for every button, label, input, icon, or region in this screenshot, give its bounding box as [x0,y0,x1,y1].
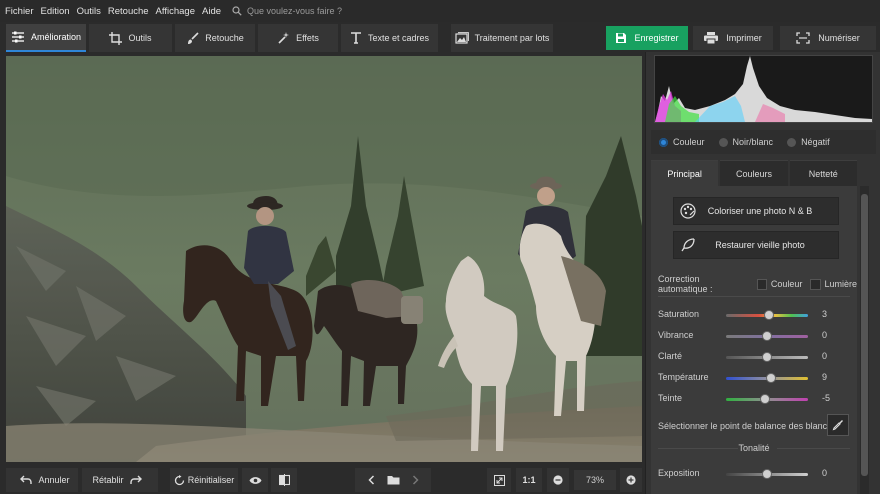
menu-retouche[interactable]: Retouche [108,6,149,17]
color-mode-selector: Couleur Noir/blanc Négatif [651,130,876,154]
eye-icon [249,476,261,484]
menu-fichier[interactable]: Fichier [5,6,34,17]
split-compare-icon [278,474,290,486]
scan-frame-icon [796,32,810,44]
tab-principal[interactable]: Principal [651,160,719,186]
vibrance-slider-row: Vibrance 0 [658,330,828,341]
main-toolbar: Amélioration Outils Retouche Effets Text… [0,22,880,54]
redo-button[interactable]: Rétablir [82,468,158,492]
tab-couleurs[interactable]: Couleurs [720,160,788,186]
eyedropper-icon [832,420,843,431]
preview-toggle-button[interactable] [242,468,268,492]
floppy-disk-icon [616,33,627,43]
auto-correction: Correction automatique : Couleur Lumière [658,274,858,294]
save-button[interactable]: Enregistrer [606,26,688,50]
search-box[interactable]: Que voulez-vous faire ? [232,6,342,16]
white-balance-picker-button[interactable] [827,414,849,436]
menu-bar: Fichier Edition Outils Retouche Affichag… [0,0,880,22]
tonality-divider-right [777,448,850,449]
colorize-button[interactable]: Coloriser une photo N & B [673,197,839,225]
mode-negatif-radio[interactable]: Négatif [787,137,830,147]
zoom-in-button[interactable] [620,468,642,492]
white-balance-row: Sélectionner le point de balance des bla… [658,414,850,438]
section-divider [658,296,850,297]
reset-button[interactable]: Réinitialiser [170,468,238,492]
bottom-toolbar: Annuler Rétablir Réinitialiser 1:1 73% [0,466,645,494]
search-icon [232,6,242,16]
chevron-left-icon[interactable] [367,475,375,485]
histogram [654,55,873,123]
expand-icon [493,474,505,486]
crop-icon [109,31,123,45]
zoom-level[interactable]: 73% [574,470,616,490]
tab-outils[interactable]: Outils [89,24,172,52]
radio-unselected [787,137,797,147]
vibrance-knob[interactable] [762,331,772,341]
menu-affichage[interactable]: Affichage [156,6,195,17]
radio-unselected [718,137,728,147]
search-placeholder: Que voulez-vous faire ? [247,6,343,16]
clarte-knob[interactable] [762,352,772,362]
menu-edition[interactable]: Edition [41,6,70,17]
batch-processing-button[interactable]: Traitement par lots [451,24,553,52]
zoom-out-button[interactable] [547,468,569,492]
reset-icon [174,474,184,485]
exposure-knob[interactable] [762,469,772,479]
menu-outils[interactable]: Outils [77,6,101,17]
folder-icon[interactable] [387,475,400,485]
image-stack-icon [455,32,469,44]
tab-effets[interactable]: Effets [258,24,338,52]
palette-icon [680,203,696,219]
radio-selected [659,137,668,147]
compare-button[interactable] [271,468,297,492]
adjustments-panel: Couleur Noir/blanc Négatif Principal Cou… [645,52,880,494]
sliders-icon [11,31,24,43]
teinte-knob[interactable] [759,394,770,404]
auto-color-checkbox[interactable] [756,278,767,290]
photo-canvas[interactable] [6,56,642,462]
fit-to-screen-button[interactable] [487,468,511,492]
minus-circle-icon [553,475,563,485]
tab-retouche[interactable]: Retouche [175,24,255,52]
saturation-slider-row: Saturation 3 [658,309,828,320]
exposure-slider-row: Exposition 0 [658,468,828,479]
histogram-chart [655,56,872,122]
panel-scrollbar[interactable] [860,186,869,494]
print-button[interactable]: Imprimer [693,26,773,50]
restore-old-photo-button[interactable]: Restaurer vieille photo [673,231,839,259]
temperature-slider-row: Température 9 [658,372,828,383]
temperature-knob[interactable] [766,373,777,383]
undo-arrow-icon [20,475,33,484]
mode-noir-blanc-radio[interactable]: Noir/blanc [718,137,773,147]
scan-button[interactable]: Numériser [780,26,876,50]
chevron-right-icon[interactable] [412,475,419,485]
menu-aide[interactable]: Aide [202,6,221,17]
auto-light-checkbox[interactable] [810,278,821,290]
printer-icon [704,32,719,44]
saturation-knob[interactable] [763,310,774,320]
clarte-slider-row: Clarté 0 [658,351,828,362]
principal-panel: Coloriser une photo N & B Restaurer viei… [651,186,857,494]
magic-wand-icon [278,31,290,44]
photo-image [6,56,642,462]
panel-tabs: Principal Couleurs Netteté [651,160,857,186]
feather-icon [681,238,695,252]
scrollbar-thumb[interactable] [861,194,868,476]
tab-nettete[interactable]: Netteté [789,160,857,186]
mode-couleur-radio[interactable]: Couleur [659,137,705,147]
tab-amelioration[interactable]: Amélioration [6,24,86,52]
text-icon [350,32,361,44]
brush-icon [188,31,199,44]
file-navigation [355,468,431,492]
tab-texte-cadres[interactable]: Texte et cadres [341,24,438,52]
teinte-slider-row: Teinte -5 [658,393,831,404]
plus-circle-icon [626,475,636,485]
undo-button[interactable]: Annuler [6,468,78,492]
redo-arrow-icon [129,475,142,484]
actual-size-button[interactable]: 1:1 [516,468,542,492]
